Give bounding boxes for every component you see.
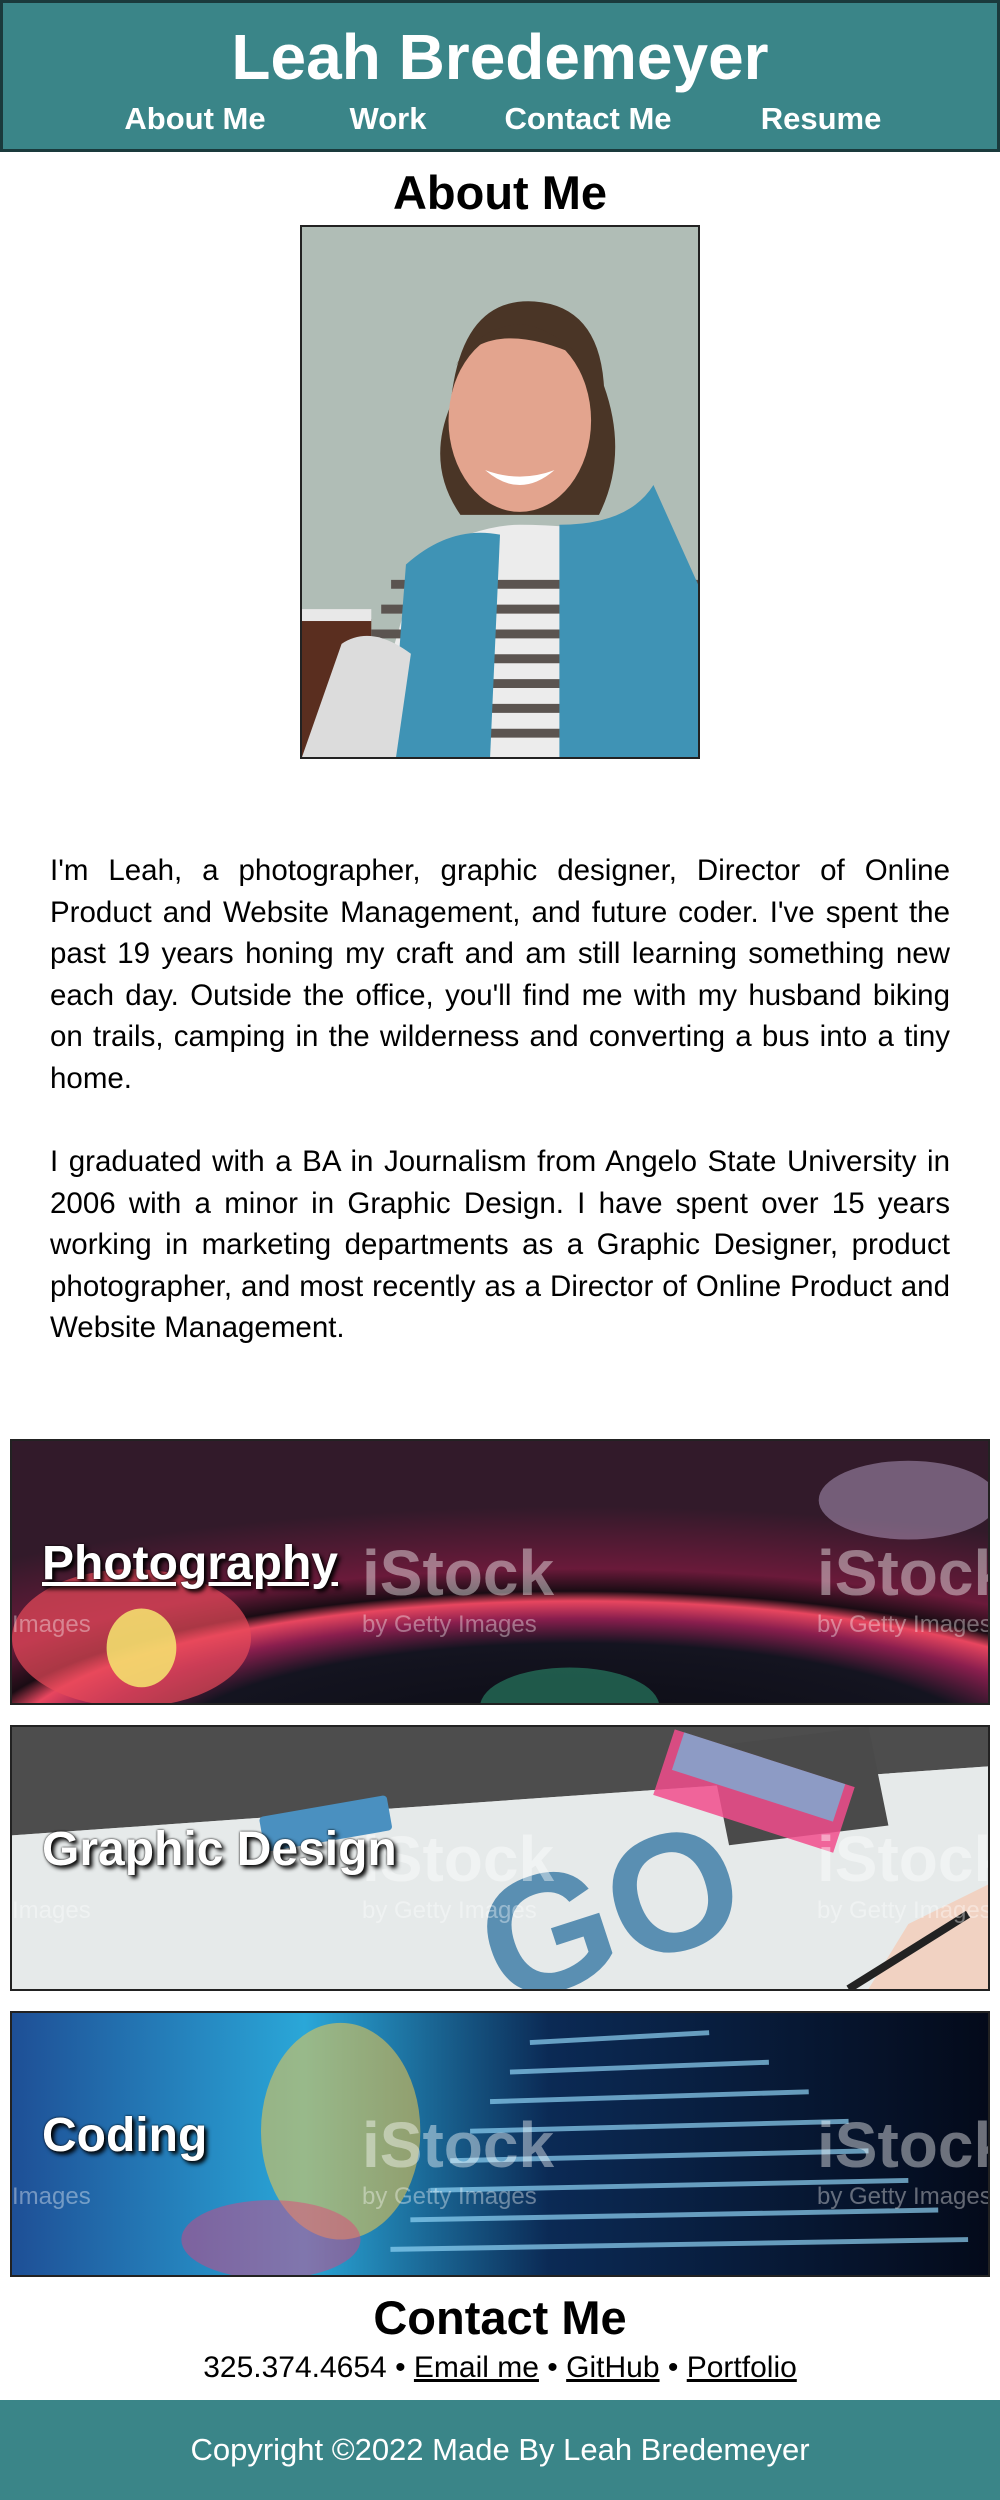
copyright-text: Copyright ©2022 Made By Leah Bredemeyer — [190, 2432, 810, 2467]
photography-tile-label[interactable]: Photography — [42, 1536, 338, 1591]
graphic-design-tile[interactable]: GO iStock by Getty Images iStock by Gett… — [10, 1725, 990, 1991]
profile-photo — [300, 225, 700, 759]
watermark-text: iStock — [362, 2109, 555, 2181]
watermark-subtext: by Getty Images — [362, 1611, 537, 1638]
watermark-subtext: by Getty Images — [362, 1897, 537, 1924]
nav-resume[interactable]: Resume — [761, 99, 882, 139]
watermark-text: iStock — [817, 1537, 990, 1609]
portfolio-link[interactable]: Portfolio — [687, 2351, 797, 2384]
site-footer: Copyright ©2022 Made By Leah Bredemeyer — [0, 2400, 1000, 2500]
watermark-subtext: by Getty Images — [362, 2183, 537, 2210]
main-nav: About Me Work Contact Me Resume — [3, 99, 997, 139]
site-header: Leah Bredemeyer About Me Work Contact Me… — [0, 0, 1000, 152]
watermark-subtext: by Getty Images — [817, 1897, 990, 1924]
phone-number: 325.374.4654 — [203, 2351, 387, 2384]
watermark-edge-text: Images — [12, 2183, 91, 2210]
nav-contact[interactable]: Contact Me — [504, 99, 671, 139]
separator: • — [395, 2351, 406, 2384]
bio-paragraph-1: I'm Leah, a photographer, graphic design… — [50, 854, 950, 1095]
separator: • — [547, 2351, 558, 2384]
contact-heading: Contact Me — [373, 2291, 627, 2344]
watermark-subtext: by Getty Images — [817, 2183, 990, 2210]
coding-tile-label[interactable]: Coding — [42, 2108, 207, 2163]
nav-work[interactable]: Work — [350, 99, 427, 139]
bio-paragraph-2: I graduated with a BA in Journalism from… — [50, 1145, 950, 1345]
watermark-edge-text: Images — [12, 1897, 91, 1924]
watermark-text: iStock — [817, 1823, 990, 1895]
watermark-subtext: by Getty Images — [817, 1611, 990, 1638]
graphic-design-tile-label[interactable]: Graphic Design — [42, 1822, 397, 1877]
watermark-edge-text: Images — [12, 1611, 91, 1638]
contact-line: 325.374.4654 • Email me • GitHub • Portf… — [0, 2348, 1000, 2388]
site-title: Leah Bredemeyer — [231, 21, 769, 93]
email-link[interactable]: Email me — [414, 2351, 539, 2384]
photography-tile[interactable]: iStock by Getty Images iStock by Getty I… — [10, 1439, 990, 1705]
coding-tile[interactable]: iStock by Getty Images iStock by Getty I… — [10, 2011, 990, 2277]
about-heading: About Me — [392, 166, 608, 219]
watermark-text: iStock — [817, 2109, 990, 2181]
github-link[interactable]: GitHub — [566, 2351, 659, 2384]
nav-about[interactable]: About Me — [124, 99, 265, 139]
separator: • — [667, 2351, 679, 2384]
watermark-text: iStock — [362, 1537, 555, 1609]
